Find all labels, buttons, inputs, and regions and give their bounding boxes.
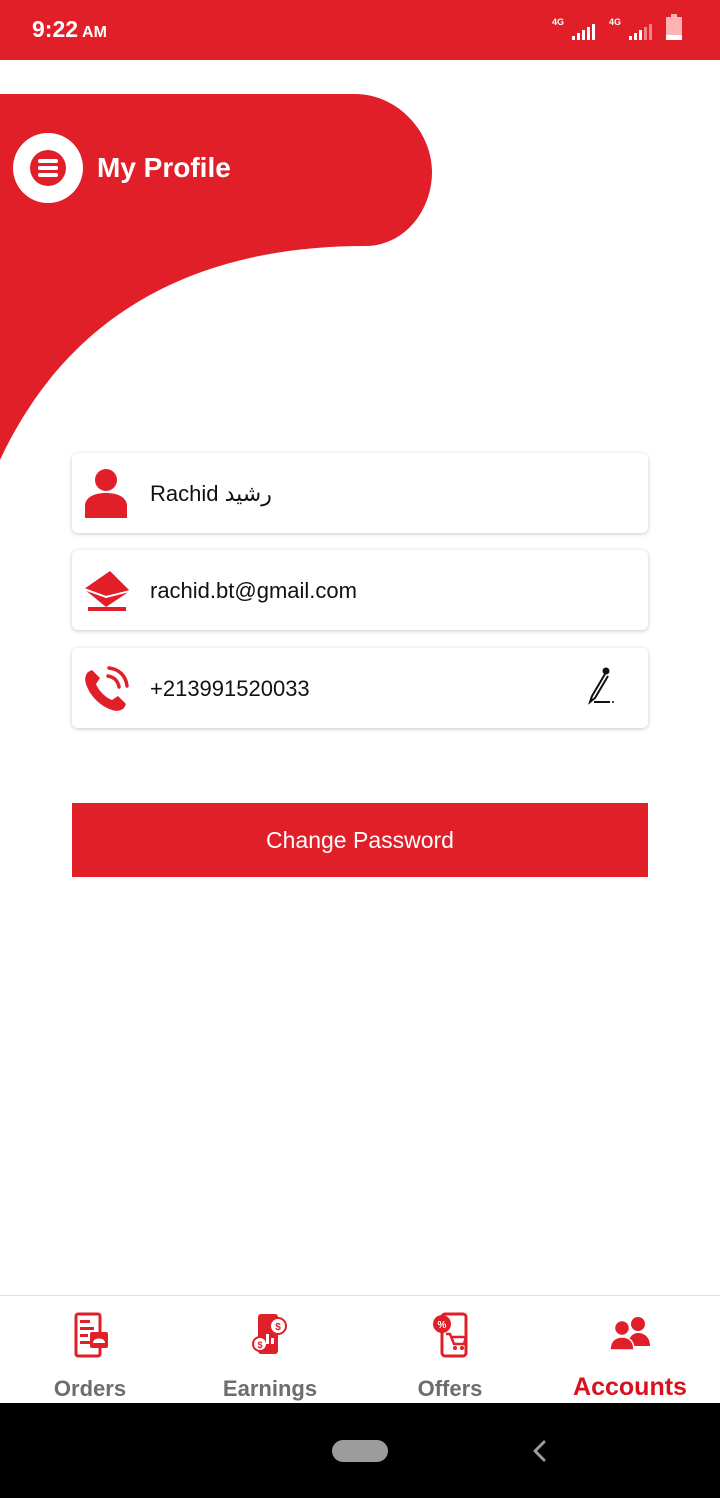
nav-label-orders: Orders bbox=[53, 1376, 127, 1401]
signal-icon bbox=[571, 24, 595, 40]
nav-item-accounts[interactable]: Accounts bbox=[540, 1296, 720, 1404]
pencil-edit-icon bbox=[587, 667, 614, 705]
nav-item-offers[interactable]: % Offers bbox=[360, 1296, 540, 1404]
orders-icon bbox=[74, 1312, 108, 1358]
earnings-icon: $ $ bbox=[252, 1314, 287, 1354]
status-time-value: 9:22 bbox=[32, 16, 79, 42]
phone-icon-wrapper bbox=[80, 662, 132, 714]
nav-item-earnings[interactable]: $ $ Earnings bbox=[180, 1296, 360, 1404]
nav-label-offers: Offers bbox=[417, 1376, 483, 1401]
status-time: 9:22 AM bbox=[32, 16, 107, 43]
network-type-label: 4G bbox=[551, 17, 564, 27]
svg-text:%: % bbox=[438, 1320, 447, 1331]
system-navigation-bar bbox=[0, 1403, 720, 1498]
status-time-ampm: AM bbox=[82, 24, 107, 41]
profile-phone-card: +213991520033 bbox=[72, 648, 648, 728]
profile-email-card: rachid.bt@gmail.com bbox=[72, 550, 648, 630]
status-icons: 4G 4G bbox=[551, 14, 682, 40]
profile-email: rachid.bt@gmail.com bbox=[150, 578, 357, 603]
user-icon-wrapper bbox=[80, 467, 132, 519]
phone-icon bbox=[85, 666, 129, 711]
svg-text:$: $ bbox=[275, 1322, 281, 1333]
offers-icon: % bbox=[433, 1312, 468, 1358]
bottom-navigation: Orders $ $ Earnings % Offers Accounts bbox=[0, 1295, 720, 1403]
profile-name-card: Rachid رشيد bbox=[72, 453, 648, 533]
home-button[interactable] bbox=[332, 1440, 388, 1462]
header-background-shape bbox=[0, 94, 432, 460]
page-title: My Profile bbox=[97, 152, 231, 183]
status-bar: 9:22 AM 4G 4G bbox=[0, 0, 720, 60]
edit-phone-button[interactable] bbox=[584, 666, 618, 706]
profile-name: Rachid رشيد bbox=[150, 481, 272, 506]
profile-phone: +213991520033 bbox=[150, 676, 310, 701]
signal-icon-2 bbox=[629, 24, 652, 40]
nav-item-orders[interactable]: Orders bbox=[0, 1296, 180, 1404]
change-password-button[interactable]: Change Password bbox=[72, 803, 648, 877]
accounts-icon bbox=[609, 1317, 650, 1351]
user-icon bbox=[85, 469, 127, 518]
menu-button[interactable] bbox=[13, 133, 83, 203]
back-chevron-icon[interactable] bbox=[528, 1437, 552, 1465]
hamburger-menu-icon bbox=[30, 150, 66, 186]
nav-label-earnings: Earnings bbox=[222, 1376, 318, 1401]
mail-icon bbox=[83, 571, 131, 611]
network-type-label-2: 4G bbox=[608, 17, 621, 27]
mail-icon-wrapper bbox=[80, 564, 132, 616]
battery-icon bbox=[666, 14, 682, 40]
nav-label-accounts: Accounts bbox=[573, 1373, 687, 1401]
svg-text:$: $ bbox=[257, 1340, 262, 1350]
